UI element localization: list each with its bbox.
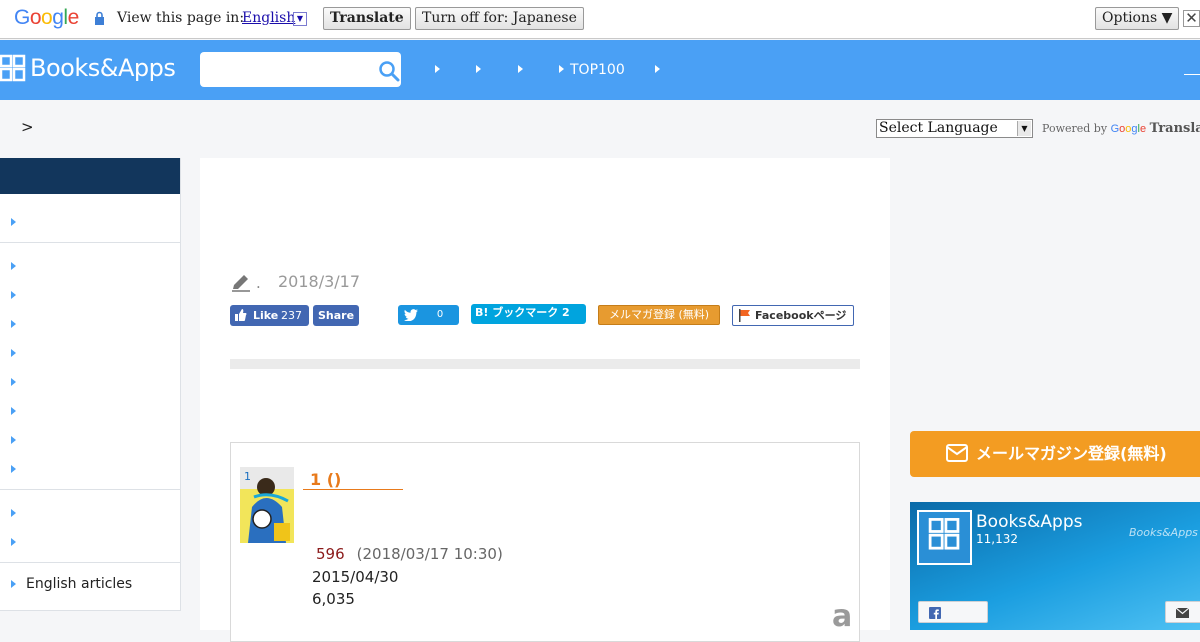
amazon-icon[interactable]: a — [830, 596, 860, 630]
nav-item-3[interactable] — [518, 60, 529, 80]
site-logo-text[interactable]: Books&Apps — [30, 54, 176, 82]
view-page-label: View this page in: — [117, 10, 245, 26]
google-logo: Google — [14, 6, 79, 29]
search-icon[interactable] — [378, 60, 400, 82]
hatena-bookmark-button[interactable]: B! ブックマーク 2 — [471, 304, 586, 324]
book-price: 6,035 — [312, 590, 355, 608]
book-release-date: 2015/04/30 — [312, 568, 399, 586]
book-cover-image[interactable]: 1 — [240, 467, 294, 543]
site-header: Books&Apps TOP100 — [0, 40, 1200, 100]
thumbs-up-icon — [235, 309, 247, 321]
tweet-button[interactable]: 0 — [398, 305, 459, 325]
article-author[interactable]: . — [256, 274, 261, 292]
language-dropdown-icon[interactable]: ▼ — [293, 12, 307, 26]
nav-item-top100[interactable]: TOP100 — [559, 60, 625, 80]
message-page-button[interactable] — [1165, 601, 1200, 623]
sidebar-item[interactable] — [10, 372, 170, 392]
sidebar-item-english-articles[interactable]: English articles — [10, 574, 170, 594]
facebook-page-widget: Books&Apps 11,132 Books&Apps — [910, 502, 1200, 630]
facebook-like-page-button[interactable] — [918, 601, 988, 623]
chevron-down-icon[interactable]: ▼ — [1017, 121, 1031, 136]
close-icon[interactable]: ✕ — [1183, 10, 1200, 27]
page-avatar[interactable] — [917, 510, 972, 565]
content-divider — [230, 359, 860, 369]
menu-icon[interactable] — [1184, 74, 1200, 75]
flag-icon — [739, 309, 750, 322]
breadcrumb: > — [21, 118, 34, 136]
divider — [0, 242, 180, 243]
translate-button[interactable]: Translate — [323, 7, 411, 30]
article-date: 2018/3/17 — [278, 272, 361, 291]
search-input[interactable] — [200, 52, 401, 87]
mailmag-signup-button[interactable]: メルマガ登録 (無料) — [598, 305, 720, 325]
mail-magazine-banner[interactable]: メールマガジン登録(無料) — [910, 431, 1200, 477]
nav-item-2[interactable] — [476, 60, 487, 80]
sidebar-item[interactable] — [10, 212, 170, 232]
sidebar-item[interactable] — [10, 343, 170, 363]
translate-language-link[interactable]: English — [242, 10, 295, 26]
powered-by-google: Powered by Google Translate — [1042, 121, 1200, 136]
facebook-page-button[interactable]: Facebookページ — [732, 305, 854, 326]
options-button[interactable]: Options ▼ — [1095, 7, 1180, 30]
turn-off-translate-button[interactable]: Turn off for: Japanese — [415, 7, 584, 30]
sidebar-item[interactable] — [10, 256, 170, 276]
tweet-count: 0 — [436, 309, 444, 320]
book-title-link[interactable]: 1 () — [303, 470, 403, 490]
logo-icon[interactable] — [0, 54, 26, 82]
sidebar-item[interactable] — [10, 314, 170, 334]
facebook-share-button[interactable]: Share — [313, 305, 359, 326]
page-likes: 11,132 — [976, 532, 1018, 546]
language-select[interactable]: Select Language ▼ — [876, 119, 1033, 138]
divider — [0, 562, 180, 563]
sidebar: English articles — [0, 158, 181, 611]
sidebar-item[interactable] — [10, 285, 170, 305]
nav-item-5[interactable] — [655, 60, 666, 80]
sidebar-header — [0, 158, 180, 194]
nav-item-1[interactable] — [435, 60, 446, 80]
divider — [0, 489, 180, 490]
twitter-icon — [404, 309, 418, 321]
facebook-icon — [929, 607, 941, 619]
svg-text:1: 1 — [244, 470, 251, 483]
lock-icon — [95, 11, 104, 25]
sidebar-item[interactable] — [10, 430, 170, 450]
page-name[interactable]: Books&Apps — [976, 512, 1083, 532]
facebook-like-button[interactable]: Like 237 — [230, 305, 309, 326]
pencil-icon — [232, 275, 250, 292]
translate-bar: Google View this page in: English ▼ Tran… — [0, 0, 1200, 39]
sidebar-item[interactable] — [10, 503, 170, 523]
envelope-icon — [946, 444, 968, 462]
page-cover-watermark: Books&Apps — [1129, 526, 1198, 539]
sidebar-item[interactable] — [10, 532, 170, 552]
sidebar-item[interactable] — [10, 459, 170, 479]
mail-icon — [1176, 608, 1189, 618]
book-rank: 596 (2018/03/17 10:30) — [316, 545, 503, 563]
sidebar-item[interactable] — [10, 401, 170, 421]
svg-text:a: a — [832, 599, 852, 630]
